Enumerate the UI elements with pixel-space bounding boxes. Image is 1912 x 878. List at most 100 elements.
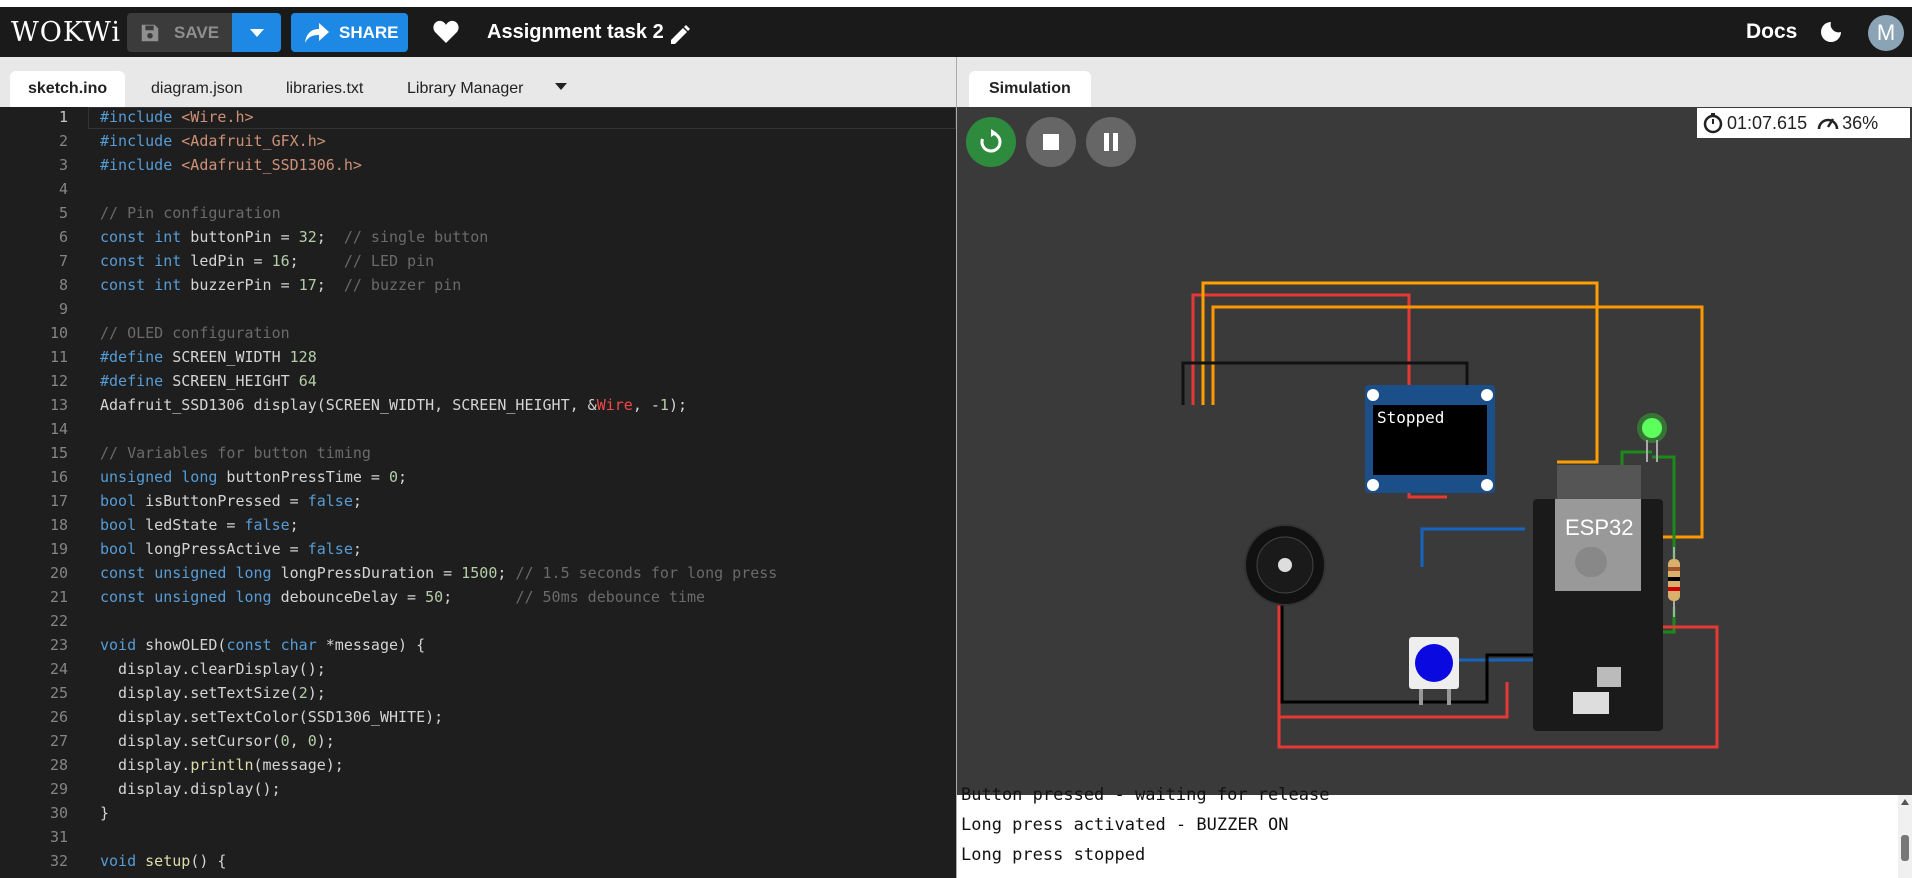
- line-number: 17: [49, 492, 68, 510]
- heart-icon[interactable]: [433, 20, 459, 44]
- restart-simulation-button[interactable]: [966, 117, 1016, 167]
- line-number: 27: [49, 732, 68, 750]
- console-scroll-thumb[interactable]: [1901, 835, 1909, 861]
- pause-simulation-button[interactable]: [1086, 117, 1136, 167]
- line-number: 19: [49, 540, 68, 558]
- tab-library-manager[interactable]: Library Manager: [407, 71, 524, 107]
- line-number: 9: [58, 300, 68, 318]
- serial-monitor[interactable]: Button pressed - waiting for release Lon…: [957, 785, 1912, 878]
- code-line[interactable]: unsigned long buttonPressTime = 0;: [100, 468, 407, 486]
- code-line[interactable]: bool longPressActive = false;: [100, 540, 362, 558]
- code-line[interactable]: const int buttonPin = 32; // single butt…: [100, 228, 488, 246]
- top-band: [0, 0, 1912, 7]
- line-number: 2: [58, 132, 68, 150]
- code-line[interactable]: // Variables for button timing: [100, 444, 371, 462]
- project-title: Assignment task 2: [487, 21, 664, 43]
- line-number: 32: [49, 852, 68, 870]
- line-number: 22: [49, 612, 68, 630]
- line-number: 26: [49, 708, 68, 726]
- share-label: SHARE: [339, 22, 399, 42]
- code-editor[interactable]: 1 2 3 4 5 6 7 8 9 10 11 12 13 14 15 16 17 18 19 20 21 22 23 24 2…: [0, 107, 956, 878]
- line-number: 30: [49, 804, 68, 822]
- code-line[interactable]: const unsigned long debounceDelay = 50; …: [100, 588, 705, 606]
- code-line[interactable]: // Pin configuration: [100, 204, 281, 222]
- line-number: 31: [49, 828, 68, 846]
- tab-simulation[interactable]: Simulation: [969, 71, 1091, 107]
- line-number: 8: [58, 276, 68, 294]
- line-number: 20: [49, 564, 68, 582]
- code-line[interactable]: display.clearDisplay();: [100, 660, 326, 678]
- docs-link[interactable]: Docs: [1746, 20, 1797, 44]
- tab-sketch[interactable]: sketch.ino: [10, 71, 126, 107]
- line-number: 14: [49, 420, 68, 438]
- code-line[interactable]: display.println(message);: [100, 756, 344, 774]
- tab-libraries[interactable]: libraries.txt: [286, 71, 363, 107]
- save-button[interactable]: SAVE: [127, 13, 232, 52]
- save-label: SAVE: [174, 22, 220, 42]
- code-line[interactable]: const int ledPin = 16; // LED pin: [100, 252, 434, 270]
- code-line[interactable]: display.setTextSize(2);: [100, 684, 326, 702]
- line-number: 25: [49, 684, 68, 702]
- tabs-menu-icon[interactable]: [555, 83, 567, 90]
- code-line[interactable]: bool ledState = false;: [100, 516, 299, 534]
- code-line[interactable]: bool isButtonPressed = false;: [100, 492, 362, 510]
- wire-blue: [1420, 527, 1525, 567]
- code-line[interactable]: #define SCREEN_WIDTH 128: [100, 348, 317, 366]
- stop-simulation-button[interactable]: [1026, 117, 1076, 167]
- line-number: 3: [58, 156, 68, 174]
- code-line[interactable]: #define SCREEN_HEIGHT 64: [100, 372, 317, 390]
- avatar[interactable]: M: [1868, 15, 1904, 51]
- line-number: 5: [58, 204, 68, 222]
- editor-tab-bar: sketch.ino diagram.json libraries.txt Li…: [0, 57, 956, 108]
- console-line: Button pressed - waiting for release: [961, 785, 1330, 805]
- speedometer-icon: [1817, 118, 1839, 130]
- code-line[interactable]: #include <Adafruit_SSD1306.h>: [100, 156, 362, 174]
- save-dropdown-button[interactable]: [232, 13, 281, 52]
- stop-icon: [1043, 134, 1059, 150]
- console-scrollbar[interactable]: [1898, 795, 1912, 878]
- code-line[interactable]: void setup() {: [100, 852, 226, 870]
- push-button[interactable]: [1409, 637, 1459, 705]
- scroll-up-icon: [1901, 799, 1909, 805]
- code-line[interactable]: void showOLED(const char *message) {: [100, 636, 425, 654]
- line-number: 1: [58, 108, 68, 126]
- pencil-icon[interactable]: [668, 23, 692, 47]
- code-line[interactable]: }: [100, 804, 109, 822]
- chevron-down-icon: [250, 29, 264, 37]
- code-line[interactable]: #include <Wire.h>: [100, 108, 254, 126]
- elapsed-time: 01:07.615: [1727, 112, 1808, 133]
- line-number: 10: [49, 324, 68, 342]
- code-line[interactable]: display.setTextColor(SSD1306_WHITE);: [100, 708, 443, 726]
- line-number: 12: [49, 372, 68, 390]
- restart-icon: [980, 129, 1002, 153]
- code-line[interactable]: #include <Adafruit_GFX.h>: [100, 132, 326, 150]
- code-line[interactable]: // OLED configuration: [100, 324, 290, 342]
- line-number: 24: [49, 660, 68, 678]
- buzzer[interactable]: [1244, 524, 1326, 606]
- stopwatch-icon: [1703, 113, 1723, 134]
- oled-text: Stopped: [1377, 408, 1444, 427]
- code-line[interactable]: const int buzzerPin = 17; // buzzer pin: [100, 276, 461, 294]
- esp32-board[interactable]: ESP32: [1533, 465, 1663, 731]
- code-line[interactable]: Adafruit_SSD1306 display(SCREEN_WIDTH, S…: [100, 396, 687, 414]
- share-button[interactable]: SHARE: [291, 13, 408, 52]
- code-line[interactable]: display.setCursor(0, 0);: [100, 732, 335, 750]
- sim-speed: 36%: [1842, 112, 1879, 133]
- console-line: Long press stopped: [961, 845, 1146, 865]
- wire-red-2: [1277, 591, 1509, 719]
- pause-icon: [1104, 133, 1118, 151]
- moon-icon[interactable]: [1820, 21, 1842, 43]
- code-line[interactable]: const unsigned long longPressDuration = …: [100, 564, 777, 582]
- code-line[interactable]: display.display();: [100, 780, 281, 798]
- esp32-label: ESP32: [1565, 515, 1634, 540]
- oled-display[interactable]: Stopped: [1365, 385, 1495, 493]
- save-icon: [141, 24, 159, 42]
- wokwi-logo[interactable]: WOKWi: [11, 17, 121, 48]
- led[interactable]: [1637, 413, 1667, 462]
- tab-diagram[interactable]: diagram.json: [151, 71, 243, 107]
- resistor[interactable]: [1668, 547, 1680, 617]
- line-number: 21: [49, 588, 68, 606]
- line-number: 7: [58, 252, 68, 270]
- line-number: 13: [49, 396, 68, 414]
- simulation-canvas[interactable]: Stopped ESP32: [957, 107, 1912, 795]
